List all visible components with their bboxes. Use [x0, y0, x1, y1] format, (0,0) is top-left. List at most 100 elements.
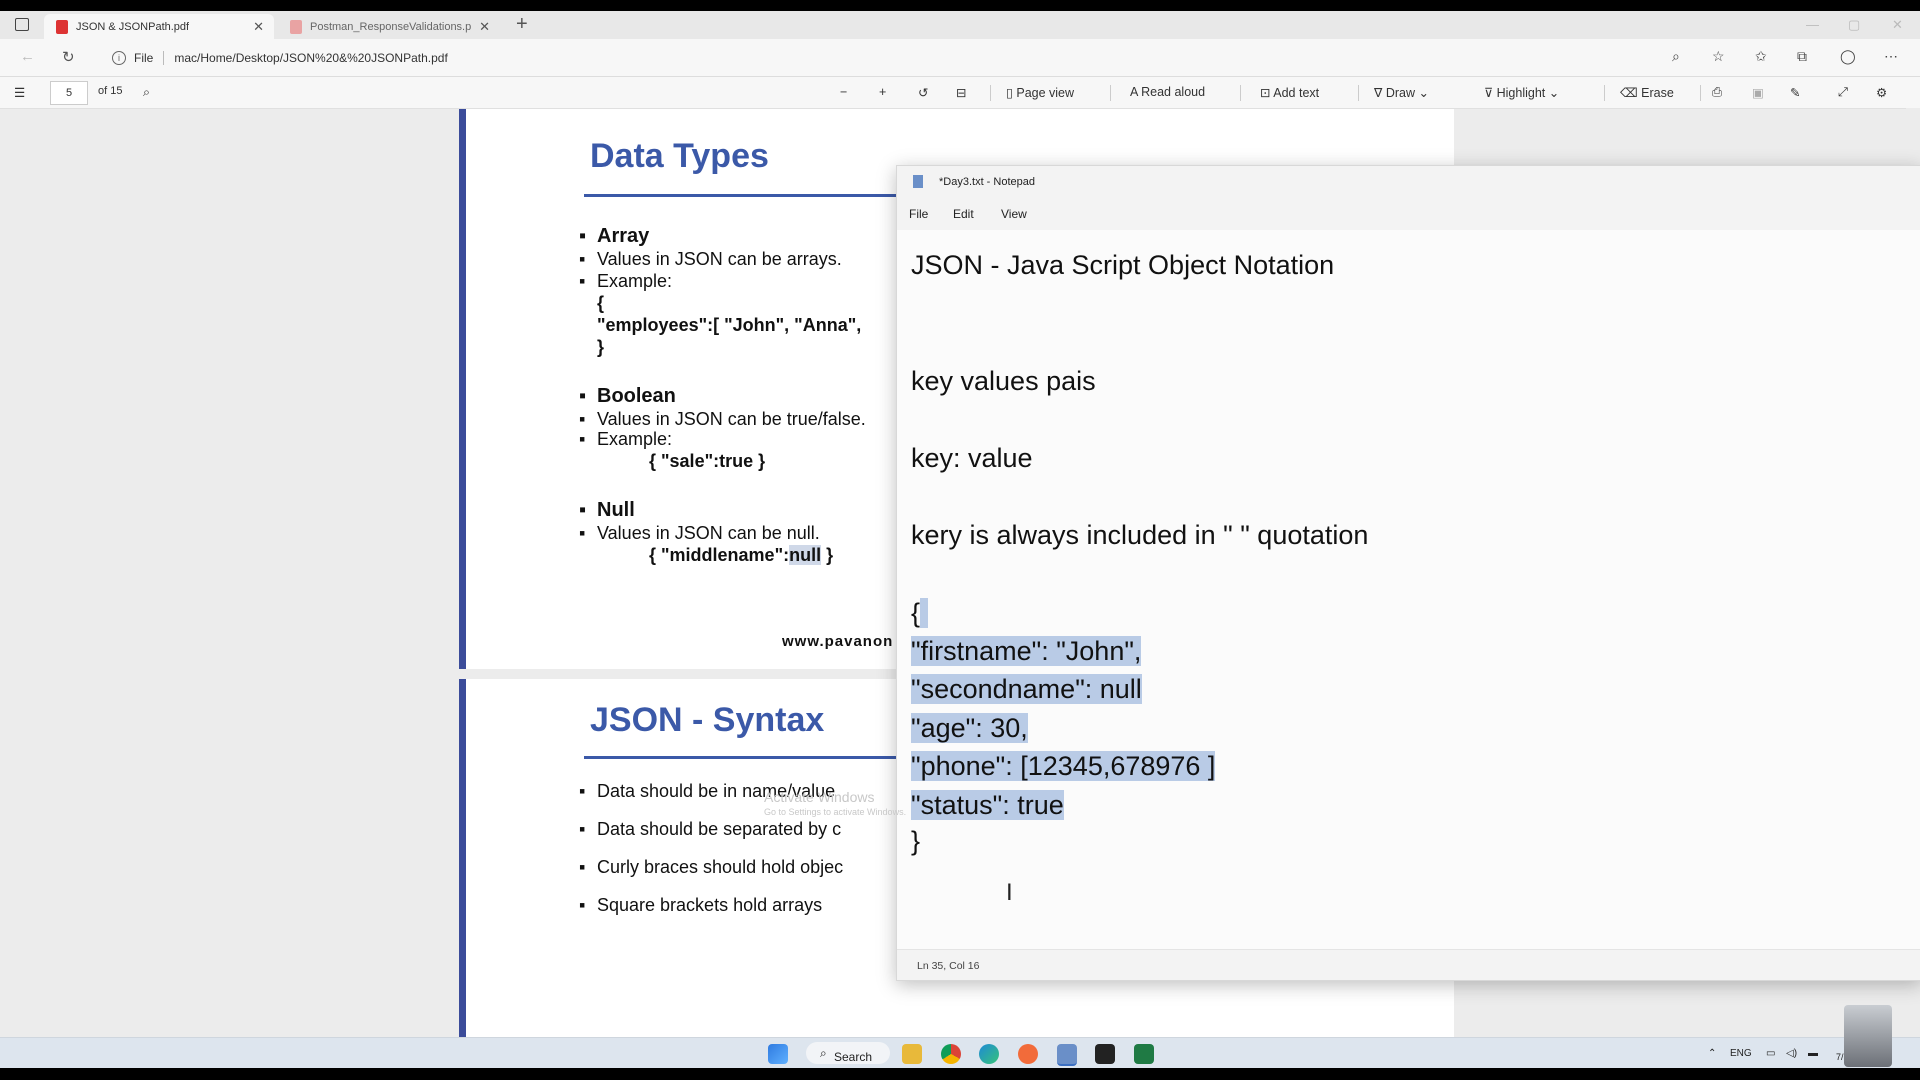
menu-view[interactable]: View [1001, 207, 1027, 221]
bullet: ▪ [579, 499, 587, 521]
draw-label: Draw [1385, 86, 1416, 100]
highlight-button[interactable]: ⊽ Highlight ⌄ [1484, 85, 1559, 100]
read-aloud-button[interactable]: A Read aloud [1130, 85, 1205, 99]
toolbar-divider [990, 85, 991, 101]
notepad-titlebar[interactable]: *Day3.txt - Notepad [897, 166, 1920, 198]
page-title: Data Types [590, 137, 769, 175]
file-explorer-icon[interactable] [902, 1044, 922, 1064]
pdf-icon [56, 19, 68, 34]
page-total: of 15 [98, 85, 123, 97]
close-window-icon[interactable]: ✕ [1892, 17, 1903, 33]
print-icon[interactable]: ⎙ [1712, 85, 1722, 100]
zoom-icon[interactable]: ⌕ [1672, 48, 1680, 65]
taskbar-search[interactable]: ⌕ Search [806, 1042, 890, 1064]
desktop-screen: JSON & JSONPath.pdf ✕ Postman_ResponseVa… [0, 11, 1920, 1068]
boolean-example-label: ▪ Example: [579, 429, 672, 450]
bullet: ▪ [579, 409, 586, 429]
volume-icon[interactable]: ◁) [1786, 1048, 1797, 1059]
info-icon[interactable]: i [112, 51, 126, 65]
network-icon[interactable]: ▭ [1766, 1048, 1775, 1059]
save-icon[interactable]: ▣ [1752, 85, 1764, 100]
boolean-heading-text: Boolean [597, 385, 676, 407]
zoom-out-icon[interactable]: − [840, 85, 847, 99]
menu-edit[interactable]: Edit [953, 207, 974, 221]
page-title: JSON - Syntax [590, 701, 825, 739]
text-line: "status": true [911, 788, 1064, 822]
excel-icon[interactable] [1134, 1044, 1154, 1064]
tab-label: JSON & JSONPath.pdf [76, 20, 190, 33]
null-heading: ▪ Null [579, 499, 635, 522]
erase-button[interactable]: ⌫ Erase [1620, 85, 1674, 100]
text-cursor-icon: I [1006, 879, 1013, 906]
text-line-content: { [911, 598, 921, 628]
selected-text: "firstname": "John", [911, 636, 1142, 666]
text-line: JSON - Java Script Object Notation [911, 250, 1335, 280]
terminal-icon[interactable] [1095, 1044, 1115, 1064]
tab-postman-pdf[interactable]: Postman_ResponseValidations.p ✕ [278, 14, 500, 39]
maximize-icon[interactable]: ▢ [1848, 17, 1860, 33]
text-line: kery is always included in " " quotation [911, 520, 1369, 550]
text-line: key values pais [911, 366, 1096, 396]
more-icon[interactable]: ⋯ [1884, 48, 1898, 65]
menu-file[interactable]: File [909, 207, 928, 221]
tab-json-pdf[interactable]: JSON & JSONPath.pdf ✕ [44, 14, 274, 39]
notepad-status-bar: Ln 35, Col 16 [897, 949, 1920, 980]
rotate-icon[interactable]: ↺ [918, 85, 928, 100]
notepad-title: *Day3.txt - Notepad [939, 176, 1035, 188]
search-label: ⌕ Search [820, 1046, 873, 1064]
fit-page-icon[interactable]: ⊟ [956, 85, 966, 100]
favorite-add-icon[interactable]: ☆ [1712, 48, 1725, 65]
edge-icon[interactable] [979, 1044, 999, 1064]
array-desc-text: Values in JSON can be arrays. [597, 249, 842, 269]
favorites-icon[interactable]: ✩ [1755, 48, 1767, 65]
toolbar-divider [1700, 85, 1701, 101]
minimize-icon[interactable]: — [1806, 17, 1819, 32]
start-windows-icon[interactable] [768, 1044, 788, 1064]
syntax-bullet-text: Data should be separated by c [597, 819, 842, 839]
zoom-in-icon[interactable]: + [879, 85, 886, 99]
bullet: ▪ [579, 523, 586, 543]
profile-icon[interactable]: ◯ [1840, 48, 1856, 65]
postman-icon[interactable] [1018, 1044, 1038, 1064]
page-view-button[interactable]: ▯ Page view [1006, 85, 1074, 100]
refresh-icon[interactable]: ↻ [62, 48, 75, 66]
contents-icon[interactable]: ☰ [14, 85, 25, 100]
page-number-input[interactable]: 5 [50, 81, 88, 105]
collections-icon[interactable]: ⧉ [1797, 48, 1807, 65]
selected-text: "phone": [12345,678976 ] [911, 751, 1216, 781]
chrome-icon[interactable] [941, 1044, 961, 1064]
text-line: "phone": [12345,678976 ] [911, 749, 1216, 783]
settings-gear-icon[interactable]: ⚙ [1876, 85, 1887, 100]
tray-overflow-icon[interactable]: ⌃ [1708, 1048, 1716, 1059]
boolean-desc: ▪ Values in JSON can be true/false. [579, 409, 866, 430]
add-text-label: Add text [1273, 86, 1320, 100]
text-line: key: value [911, 443, 1033, 473]
search-icon[interactable]: ⌕ [143, 85, 150, 100]
battery-icon[interactable]: ▬ [1808, 1048, 1818, 1059]
new-tab-button[interactable]: + [516, 13, 528, 36]
draw-button[interactable]: ∇ Draw ⌄ [1374, 85, 1429, 100]
search-text: Search [834, 1050, 873, 1064]
null-code-suffix: } [821, 545, 834, 565]
null-heading-text: Null [597, 499, 635, 521]
bullet: ▪ [579, 895, 586, 915]
back-icon[interactable]: ← [20, 48, 35, 65]
tab-actions-icon[interactable] [15, 18, 29, 31]
read-aloud-label: Read aloud [1141, 85, 1206, 99]
notepad-text-area[interactable]: JSON - Java Script Object Notation key v… [897, 230, 1920, 950]
bullet: ▪ [579, 249, 586, 269]
text-line: "age": 30, [911, 711, 1028, 745]
add-text-button[interactable]: ⊡ Add text [1260, 85, 1319, 100]
syntax-bullet-text: Curly braces should hold objec [597, 857, 844, 877]
language-indicator[interactable]: ENG [1730, 1048, 1752, 1059]
url-field[interactable]: i File mac/Home/Desktop/JSON%20&%20JSONP… [102, 45, 1722, 71]
pdf-icon [290, 19, 302, 34]
close-tab-icon[interactable]: ✕ [479, 19, 490, 35]
notepad-app-icon[interactable] [1057, 1044, 1077, 1066]
save-as-icon[interactable]: ✎ [1790, 85, 1800, 100]
presenter-webcam-thumbnail [1844, 1005, 1892, 1067]
fullscreen-icon[interactable]: ⤢ [1838, 85, 1848, 100]
bullet: ▪ [579, 819, 586, 839]
close-tab-icon[interactable]: ✕ [253, 19, 264, 35]
boolean-heading: ▪ Boolean [579, 385, 676, 408]
